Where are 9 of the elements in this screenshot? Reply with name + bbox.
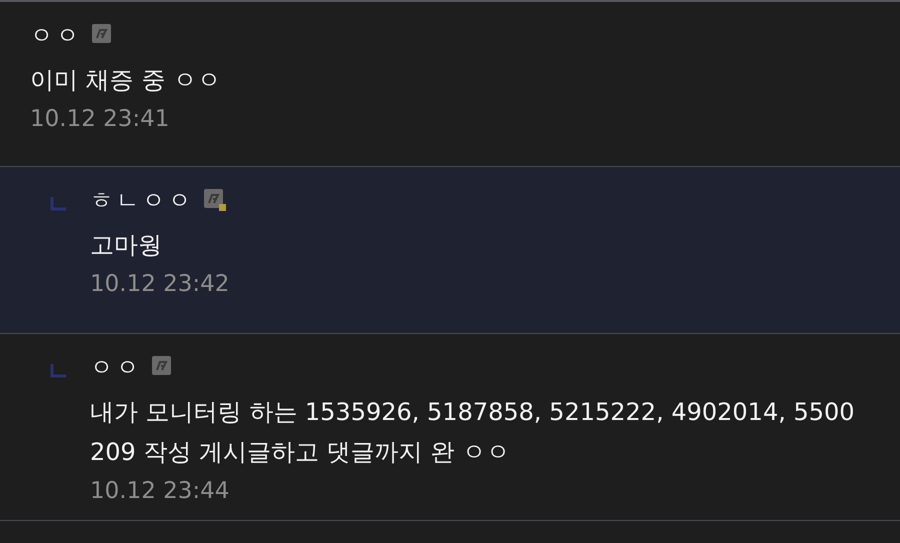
comment-text: 이미 채증 중 ㅇㅇ xyxy=(30,65,222,96)
timestamp: 10.12 23:42 xyxy=(90,271,230,297)
timestamp: 10.12 23:44 xyxy=(90,478,230,504)
nickname: ㅇㅇ xyxy=(90,354,142,382)
nickname: ㅇㅇ xyxy=(30,22,82,50)
nickname: ㅎㄴㅇㅇ xyxy=(90,186,194,216)
timestamp: 10.12 23:41 xyxy=(30,106,170,132)
comment-text: 내가 모니터링 하는 1535926, 5187858, 5215222, 4902014, 5500209 작성 게시글하고 댓글까지 완 ㅇㅇ xyxy=(90,397,856,468)
comment-text: 고마웡 xyxy=(90,230,163,261)
